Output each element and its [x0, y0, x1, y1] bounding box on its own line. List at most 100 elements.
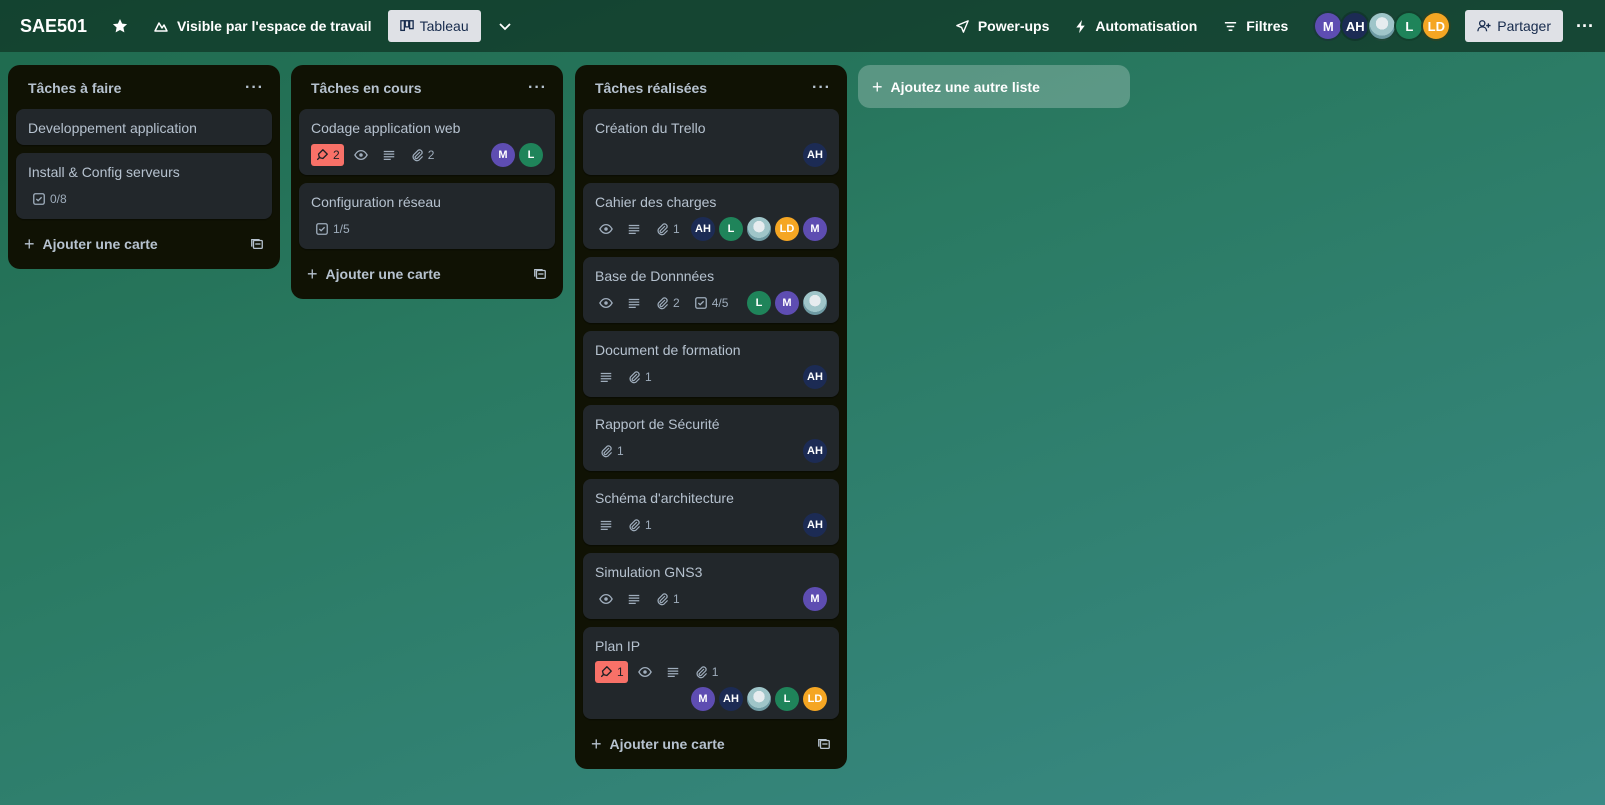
notification-badge: 1: [595, 661, 628, 683]
card-member-avatar[interactable]: AH: [803, 365, 827, 389]
member-avatar-photo[interactable]: [1367, 11, 1398, 41]
list-title[interactable]: Tâches en cours: [311, 80, 422, 96]
add-card-button[interactable]: + Ajouter une carte: [24, 235, 158, 253]
card[interactable]: Document de formation 1 AH: [583, 331, 839, 397]
powerups-button[interactable]: Power-ups: [949, 10, 1056, 42]
paperclip-icon: [410, 148, 424, 162]
visibility-button[interactable]: Visible par l'espace de travail: [147, 10, 378, 42]
description-badge: [623, 218, 645, 240]
member-avatar[interactable]: AH: [1340, 11, 1371, 41]
list-in-progress[interactable]: Tâches en cours ··· Codage application w…: [291, 65, 563, 299]
card-member-avatar[interactable]: L: [747, 291, 771, 315]
list-header[interactable]: Tâches à faire ···: [16, 73, 272, 103]
notification-count: 2: [333, 148, 340, 162]
card-member-avatar[interactable]: AH: [803, 143, 827, 167]
automation-button[interactable]: Automatisation: [1069, 10, 1203, 42]
card[interactable]: Plan IP 1 1 M AH L LD: [583, 627, 839, 719]
description-badge: [595, 514, 617, 536]
notification-count: 1: [617, 665, 624, 679]
member-avatar[interactable]: L: [1394, 11, 1425, 41]
more-menu-button[interactable]: ···: [1569, 10, 1601, 42]
paperclip-icon: [627, 518, 641, 532]
list-done[interactable]: Tâches réalisées ··· Création du Trello …: [575, 65, 847, 769]
card-member-avatar[interactable]: M: [491, 143, 515, 167]
view-label: Tableau: [419, 18, 469, 34]
card-member-avatar-photo[interactable]: [747, 687, 771, 711]
card-member-avatar[interactable]: L: [519, 143, 543, 167]
checklist-count: 4/5: [711, 296, 729, 310]
card-member-avatar[interactable]: M: [803, 587, 827, 611]
create-from-template-icon[interactable]: [250, 237, 264, 251]
view-switcher-button[interactable]: Tableau: [387, 10, 481, 42]
ellipsis-icon: ···: [1576, 15, 1594, 36]
list-header[interactable]: Tâches en cours ···: [299, 73, 555, 103]
add-card-button[interactable]: + Ajouter une carte: [307, 265, 441, 283]
add-card-button[interactable]: + Ajouter une carte: [591, 735, 725, 753]
card-member-avatar[interactable]: AH: [803, 439, 827, 463]
card[interactable]: Configuration réseau 1/5: [299, 183, 555, 249]
card-members: AH: [803, 143, 827, 167]
card-member-avatar[interactable]: AH: [803, 513, 827, 537]
card[interactable]: Codage application web 2 2 M L: [299, 109, 555, 175]
checklist-icon: [32, 192, 46, 206]
automation-label: Automatisation: [1095, 18, 1198, 34]
card-member-avatar[interactable]: M: [775, 291, 799, 315]
description-icon: [627, 592, 641, 606]
card-member-avatar[interactable]: AH: [719, 687, 743, 711]
card-title: Schéma d'architecture: [595, 490, 734, 506]
header-actions: Power-ups Automatisation Filtres M AH L …: [949, 10, 1605, 42]
card-member-avatar[interactable]: AH: [691, 217, 715, 241]
list-menu-ellipsis-icon[interactable]: ···: [245, 79, 264, 97]
eye-icon: [599, 296, 613, 310]
card-member-avatar-photo[interactable]: [747, 217, 771, 241]
card[interactable]: Schéma d'architecture 1 AH: [583, 479, 839, 545]
filters-button[interactable]: Filtres: [1217, 10, 1294, 42]
member-avatar[interactable]: M: [1313, 11, 1344, 41]
list-todo[interactable]: Tâches à faire ··· Developpement applica…: [8, 65, 280, 269]
card-member-avatar[interactable]: M: [803, 217, 827, 241]
list-menu-ellipsis-icon[interactable]: ···: [528, 79, 547, 97]
watch-badge: [350, 144, 372, 166]
card-badges: 1/5: [311, 217, 543, 241]
filters-label: Filtres: [1246, 18, 1289, 34]
add-list-button[interactable]: + Ajoutez une autre liste: [858, 65, 1130, 108]
card-member-avatar[interactable]: L: [719, 217, 743, 241]
card-member-avatar[interactable]: LD: [803, 687, 827, 711]
card-member-avatar[interactable]: LD: [775, 217, 799, 241]
card-member-avatar-photo[interactable]: [803, 291, 827, 315]
view-dropdown-button[interactable]: [489, 10, 521, 42]
card-member-avatar[interactable]: L: [775, 687, 799, 711]
card[interactable]: Base de Donnnées 2 4/5 L M: [583, 257, 839, 323]
card[interactable]: Cahier des charges 1 AH L LD M: [583, 183, 839, 249]
card[interactable]: Simulation GNS3 1 M: [583, 553, 839, 619]
create-from-template-icon[interactable]: [533, 267, 547, 281]
board-title[interactable]: SAE501: [20, 16, 87, 37]
paperclip-icon: [694, 665, 708, 679]
card[interactable]: Install & Config serveurs 0/8: [16, 153, 272, 219]
checklist-icon: [315, 222, 329, 236]
card[interactable]: Rapport de Sécurité 1 AH: [583, 405, 839, 471]
card-members: L M: [747, 291, 827, 315]
card[interactable]: Developpement application: [16, 109, 272, 145]
list-menu-ellipsis-icon[interactable]: ···: [812, 79, 831, 97]
list-header[interactable]: Tâches réalisées ···: [583, 73, 839, 103]
card-title: Rapport de Sécurité: [595, 416, 720, 432]
visibility-label: Visible par l'espace de travail: [177, 18, 372, 34]
card-members: AH L LD M: [691, 217, 827, 241]
workspace-icon: [154, 22, 168, 32]
card-members: M: [803, 587, 827, 611]
paperclip-icon: [627, 370, 641, 384]
card-badges: 2 2 M L: [311, 143, 543, 167]
plus-icon: +: [872, 76, 883, 97]
list-title[interactable]: Tâches à faire: [28, 80, 121, 96]
card-member-avatar[interactable]: M: [691, 687, 715, 711]
list-title[interactable]: Tâches réalisées: [595, 80, 707, 96]
watch-badge: [595, 292, 617, 314]
share-button[interactable]: Partager: [1465, 10, 1563, 42]
member-avatar[interactable]: LD: [1421, 11, 1452, 41]
create-from-template-icon[interactable]: [817, 737, 831, 751]
card[interactable]: Création du Trello AH: [583, 109, 839, 175]
description-badge: [662, 661, 684, 683]
star-button[interactable]: [107, 13, 133, 39]
board-members[interactable]: M AH L LD: [1313, 11, 1452, 41]
